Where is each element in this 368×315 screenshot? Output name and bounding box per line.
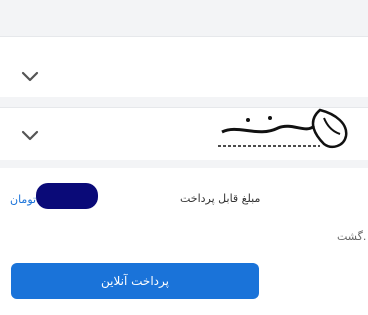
pay-online-button[interactable]: پرداخت آنلاین	[11, 263, 259, 299]
redacted-amount	[36, 183, 98, 209]
top-band	[0, 0, 368, 36]
amount-row: تومان مبلغ قابل پرداخت	[0, 180, 368, 220]
currency-label: تومان	[10, 193, 37, 206]
dropdown-row-1[interactable]	[0, 36, 368, 98]
chevron-down-icon[interactable]	[19, 70, 41, 84]
chevron-down-icon[interactable]	[19, 129, 41, 143]
amount-label: مبلغ قابل پرداخت	[180, 192, 261, 205]
watermark-logo	[208, 102, 354, 162]
note-text: گشت.	[337, 230, 367, 243]
